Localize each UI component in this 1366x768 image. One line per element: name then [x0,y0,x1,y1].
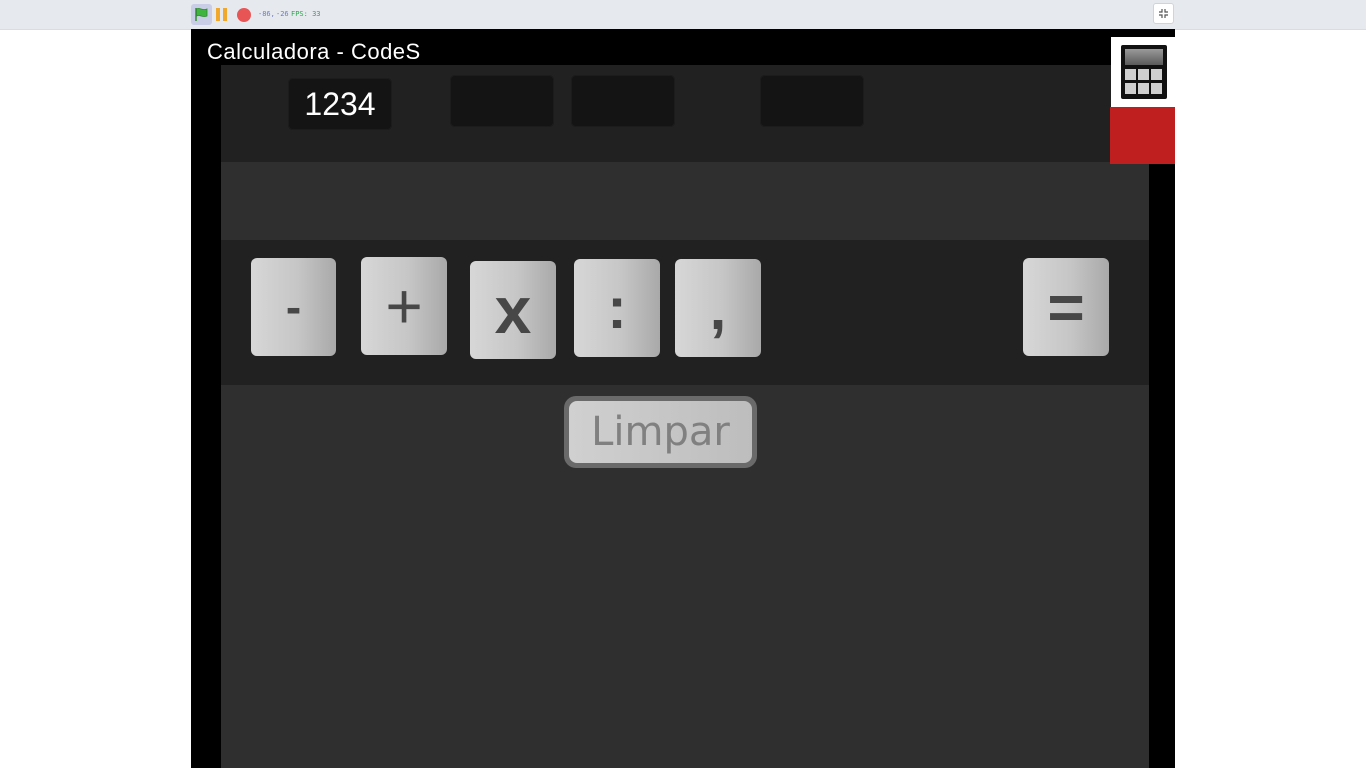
display-operator [450,75,554,127]
clear-button-label: Limpar [569,401,752,463]
fps-readout: FPS: 33 [291,10,321,18]
minus-key[interactable]: - [251,258,336,356]
operator-keys-band: - + x : , = [221,240,1149,385]
comma-key[interactable]: , [675,259,761,357]
calculator-sprite-icon [1111,37,1175,107]
multiply-key[interactable]: x [470,261,556,359]
red-sprite-block [1110,107,1175,164]
pause-icon [216,8,220,21]
display-band: 1234 [221,65,1149,162]
page-title: Calculadora - CodeS [207,39,421,64]
exit-fullscreen-button[interactable] [1153,3,1174,24]
calculator-panel: 1234 - + x : , = Limpar [221,65,1149,768]
mouse-y-readout: -26 [276,10,289,18]
equals-key[interactable]: = [1023,258,1109,356]
stop-button[interactable] [237,8,251,22]
plus-key[interactable]: + [361,257,447,355]
mouse-x-readout: -86, [258,10,275,18]
display-result [760,75,864,127]
green-flag-button[interactable] [191,4,212,25]
display-second-number [571,75,675,127]
project-stage[interactable]: Calculadora - CodeS 1234 - + x : , = Lim… [191,29,1175,768]
display-first-number: 1234 [288,78,392,130]
clear-button[interactable]: Limpar [564,396,757,468]
pause-button[interactable] [216,8,228,21]
exit-fullscreen-icon [1159,9,1168,18]
divide-key[interactable]: : [574,259,660,357]
green-flag-icon [195,8,208,21]
player-toolbar: -86, -26 FPS: 33 [0,0,1366,30]
